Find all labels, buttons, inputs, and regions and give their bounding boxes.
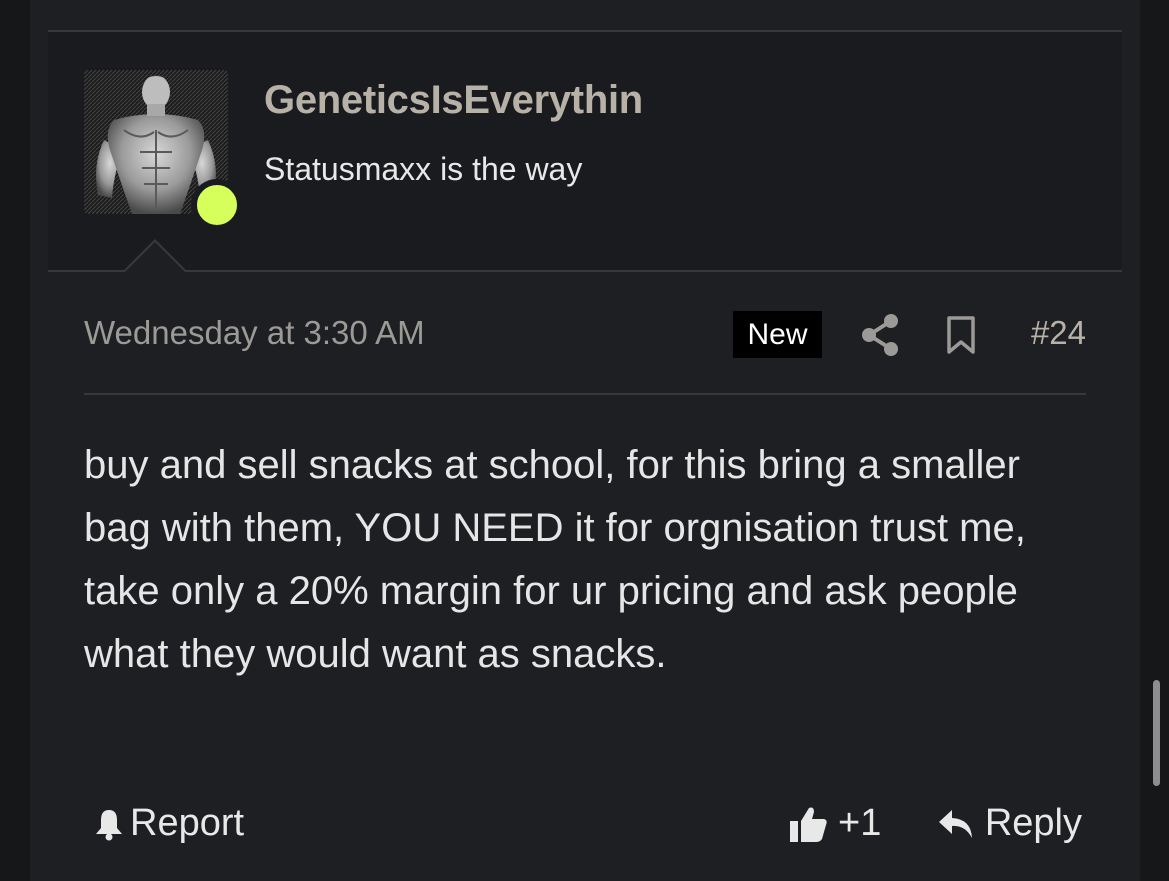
post-message: buy and sell snacks at school, for this … (84, 443, 1026, 676)
bell-icon (96, 809, 122, 840)
post: GeneticsIsEverythin Statusmaxx is the wa… (30, 0, 1140, 881)
thumbs-up-icon (790, 807, 827, 842)
user-title: Statusmaxx is the way (264, 151, 583, 187)
post-number-link[interactable]: #24 (1031, 314, 1086, 352)
post-footer: Report +1 Reply (84, 796, 1086, 856)
thread-page: GeneticsIsEverythin Statusmaxx is the wa… (0, 0, 1169, 881)
bookmark-icon[interactable] (946, 315, 976, 355)
reply-arrow-icon (938, 809, 972, 838)
report-label: Report (130, 802, 245, 844)
new-badge: New (733, 311, 822, 358)
share-icon[interactable] (860, 313, 900, 357)
reply-label: Reply (984, 802, 1082, 844)
online-status-indicator (192, 180, 242, 230)
username[interactable]: GeneticsIsEverythin (264, 78, 643, 123)
post-user-block: GeneticsIsEverythin Statusmaxx is the wa… (48, 30, 1122, 272)
scrollbar[interactable] (1153, 680, 1160, 786)
user-block-arrow-inner (125, 242, 185, 272)
post-meta-row: Wednesday at 3:30 AM New #24 (84, 308, 1086, 364)
report-button[interactable]: Report (92, 802, 244, 845)
reply-button[interactable]: Reply (937, 802, 1082, 845)
like-count: +1 (838, 802, 882, 844)
post-date[interactable]: Wednesday at 3:30 AM (84, 314, 425, 352)
post-divider (84, 393, 1086, 395)
like-button[interactable]: +1 (788, 802, 881, 845)
